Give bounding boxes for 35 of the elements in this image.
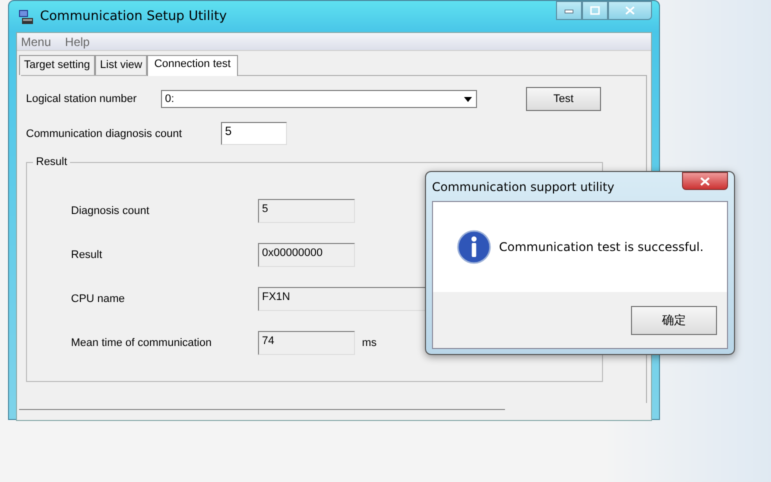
ok-button[interactable]: 确定 — [631, 306, 717, 334]
close-button[interactable] — [682, 172, 728, 190]
field-label: Logical station number — [26, 93, 138, 105]
window-title: Communication Setup Utility — [40, 9, 227, 24]
count-input[interactable]: 5 — [221, 122, 287, 145]
info-icon — [457, 230, 491, 264]
field-label: Diagnosis count — [71, 205, 150, 217]
menu-item[interactable]: Help — [65, 34, 90, 48]
minimize-icon — [564, 8, 574, 14]
tab[interactable]: List view — [95, 55, 148, 75]
menu-item[interactable]: Menu — [21, 34, 52, 48]
dialog-title: Communication support utility — [432, 180, 614, 194]
minimize-button[interactable] — [556, 1, 582, 20]
field-label: CPU name — [71, 293, 126, 305]
station-dropdown[interactable]: 0: — [161, 90, 477, 108]
maximize-icon — [590, 6, 600, 15]
readonly-field: 0x00000000 — [258, 243, 355, 267]
dropdown-arrow-icon — [464, 96, 472, 102]
computer-icon — [18, 8, 34, 24]
field-label: Mean time of communication — [71, 337, 213, 349]
close-icon — [625, 6, 635, 15]
readonly-field: 74 — [258, 331, 355, 355]
readonly-field: 5 — [258, 199, 355, 223]
group-title: Result — [33, 156, 70, 168]
field-label: Result — [71, 249, 104, 261]
dialog-message: Communication test is successful. — [499, 240, 704, 254]
field-label: Communication diagnosis count — [26, 128, 183, 140]
dropdown-value: 0: — [165, 93, 174, 105]
close-button[interactable] — [608, 1, 652, 20]
tab[interactable]: Connection test — [147, 55, 238, 76]
close-icon — [700, 176, 710, 186]
unit-label: ms — [362, 337, 377, 349]
test-button[interactable]: Test — [526, 87, 601, 111]
tab[interactable]: Target setting — [19, 55, 96, 75]
maximize-button[interactable] — [582, 1, 608, 20]
